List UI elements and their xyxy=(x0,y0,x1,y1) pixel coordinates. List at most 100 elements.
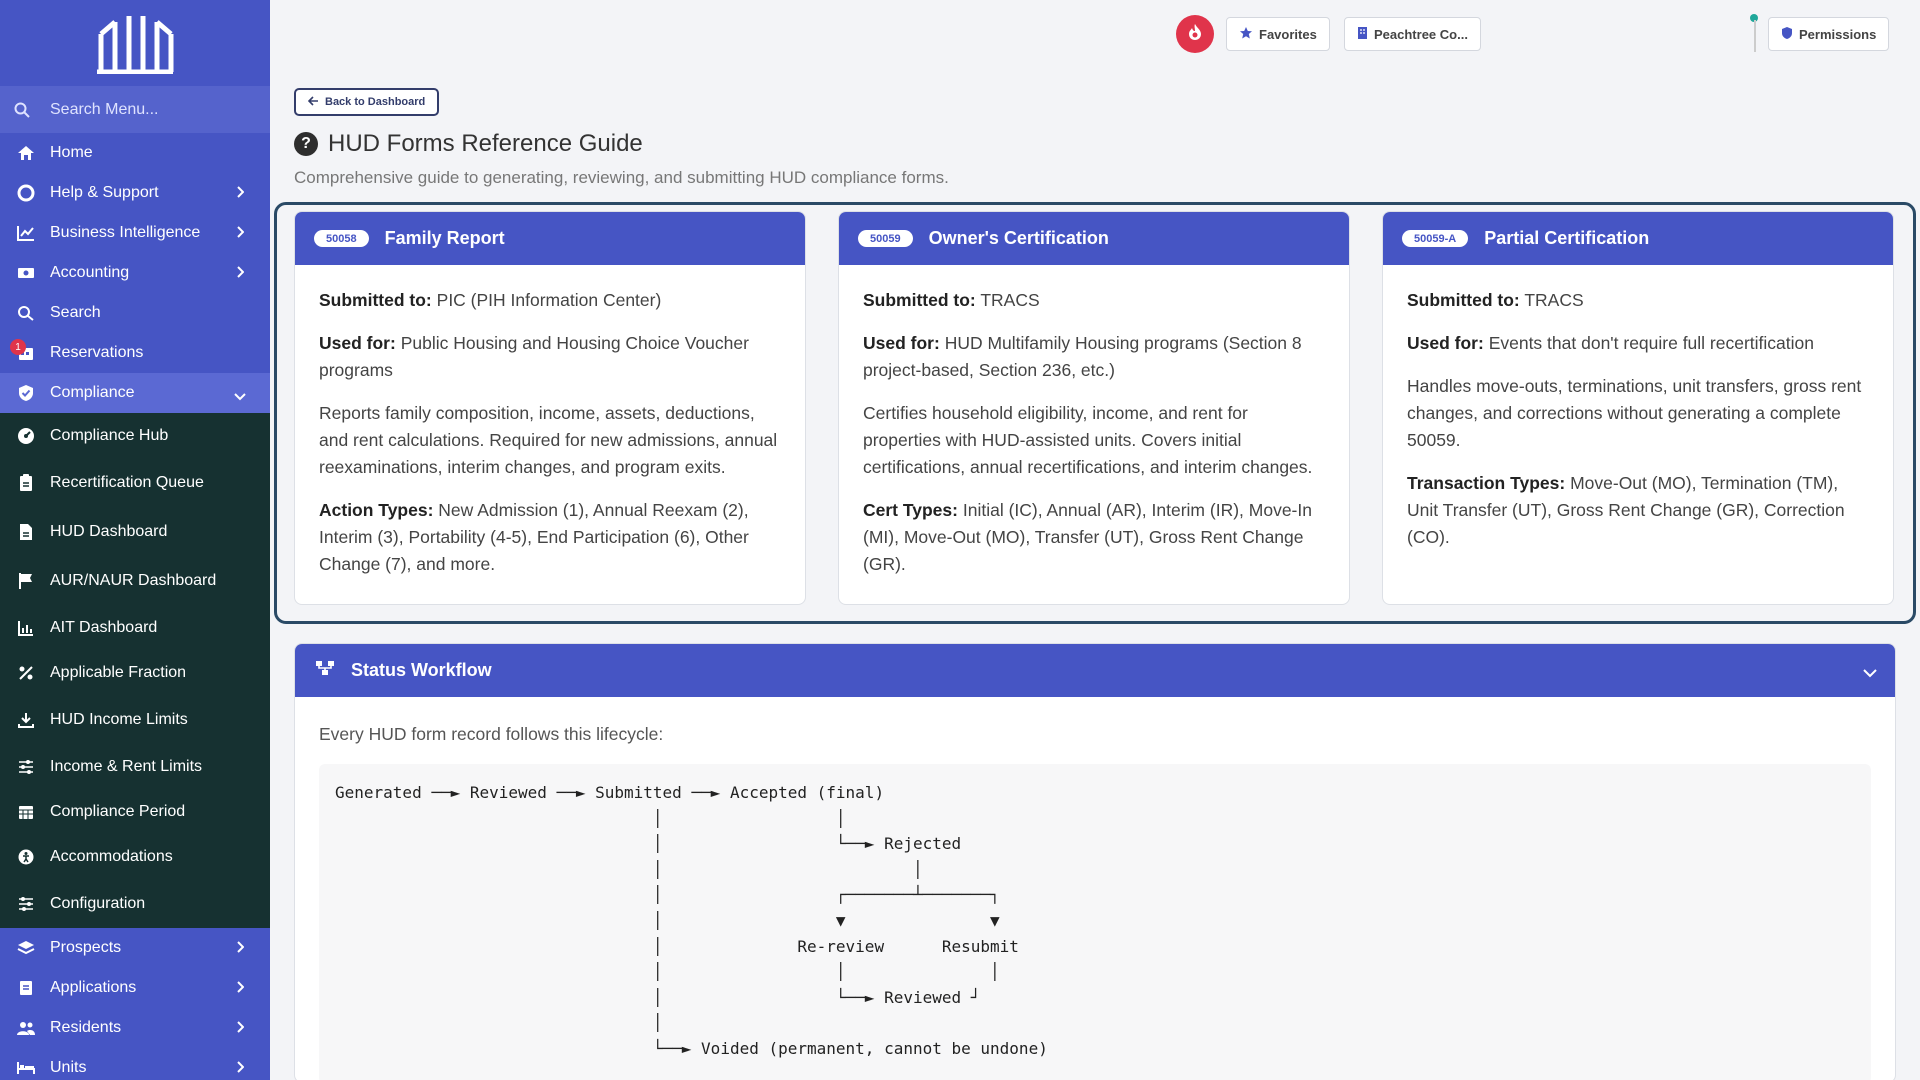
line-chart-icon xyxy=(16,223,36,243)
sidebar-item-accommodations[interactable]: Accommodations xyxy=(0,834,270,879)
file-icon xyxy=(16,522,36,542)
form-cards-container: 50058 Family Report Submitted to: PIC (P… xyxy=(274,202,1916,624)
app-logo[interactable] xyxy=(0,0,270,86)
arrow-left-icon xyxy=(307,95,319,109)
calendar-grid-icon xyxy=(16,802,36,822)
sidebar-item-label: AUR/NAUR Dashboard xyxy=(50,571,217,589)
workflow-title: Status Workflow xyxy=(351,660,492,680)
back-label: Back to Dashboard xyxy=(325,96,426,108)
card-header: 50058 Family Report xyxy=(295,212,805,265)
page-subtitle: Comprehensive guide to generating, revie… xyxy=(294,168,949,187)
sidebar-item-income-rent-limits[interactable]: Income & Rent Limits xyxy=(0,744,270,789)
sidebar-item-ait-dashboard[interactable]: AIT Dashboard xyxy=(0,605,270,650)
star-icon xyxy=(1239,26,1253,43)
sidebar-item-label: Applications xyxy=(50,979,137,996)
sidebar-item-help-support[interactable]: Help & Support xyxy=(0,173,270,213)
sidebar-item-reservations[interactable]: 1 Reservations xyxy=(0,333,270,373)
card-header: 50059-A Partial Certification xyxy=(1383,212,1893,265)
sliders-icon xyxy=(16,757,36,777)
workflow-diagram: Generated ──► Reviewed ──► Submitted ──►… xyxy=(319,764,1871,1080)
cert-types: Cert Types: Initial (IC), Annual (AR), I… xyxy=(863,500,1312,574)
sidebar-item-label: Accounting xyxy=(50,264,130,281)
sidebar-item-label: Compliance Hub xyxy=(50,426,169,444)
clipboard-icon xyxy=(16,473,36,493)
card-description: Reports family composition, income, asse… xyxy=(319,403,778,477)
sidebar-item-compliance[interactable]: Compliance xyxy=(0,373,270,413)
submitted-to: Submitted to: TRACS xyxy=(863,290,1040,310)
accessibility-icon xyxy=(16,847,36,867)
sidebar-item-home[interactable]: Home xyxy=(0,133,270,173)
sidebar-item-compliance-hub[interactable]: Compliance Hub xyxy=(0,413,270,458)
search-icon xyxy=(14,102,36,118)
sidebar-item-search[interactable]: Search xyxy=(0,293,270,333)
percent-icon xyxy=(16,663,36,683)
sidebar-item-aur-naur-dashboard[interactable]: AUR/NAUR Dashboard xyxy=(0,556,270,605)
fire-icon xyxy=(1187,23,1203,46)
used-for: Used for: Events that don't require full… xyxy=(1407,333,1815,353)
card-description: Handles move-outs, terminations, unit tr… xyxy=(1407,376,1862,450)
sidebar-item-applications[interactable]: Applications xyxy=(0,968,270,1008)
money-icon xyxy=(16,263,36,283)
form-card-50058: 50058 Family Report Submitted to: PIC (P… xyxy=(294,211,806,605)
card-header: 50059 Owner's Certification xyxy=(839,212,1349,265)
back-to-dashboard-button[interactable]: Back to Dashboard xyxy=(294,88,440,116)
sidebar-item-units[interactable]: Units xyxy=(0,1048,270,1080)
sidebar-item-compliance-period[interactable]: Compliance Period xyxy=(0,789,270,834)
sidebar-item-hud-income-limits[interactable]: HUD Income Limits xyxy=(0,695,270,744)
used-for: Used for: HUD Multifamily Housing progra… xyxy=(863,333,1302,380)
sidebar-item-accounting[interactable]: Accounting xyxy=(0,253,270,293)
home-icon xyxy=(16,143,36,163)
submitted-to: Submitted to: PIC (PIH Information Cente… xyxy=(319,290,662,310)
sidebar-item-label: Business Intelligence xyxy=(50,224,201,241)
sidebar-item-label: Configuration xyxy=(50,894,146,912)
property-selector-button[interactable]: Peachtree Co... xyxy=(1344,17,1481,51)
permissions-button[interactable]: Permissions xyxy=(1768,17,1890,51)
sidebar-search-input[interactable]: Search Menu... xyxy=(0,86,270,133)
layers-icon xyxy=(16,938,36,958)
sidebar-item-prospects[interactable]: Prospects xyxy=(0,928,270,968)
bed-icon xyxy=(16,1058,36,1078)
building-logo-icon xyxy=(97,16,174,74)
question-circle-icon: ? xyxy=(294,132,318,156)
chevron-right-icon xyxy=(236,980,245,998)
sidebar-item-applicable-fraction[interactable]: Applicable Fraction xyxy=(0,650,270,695)
chevron-right-icon xyxy=(236,940,245,958)
sidebar: Search Menu... Home Help & Support Busin… xyxy=(0,0,270,1080)
divider xyxy=(1754,20,1756,52)
submitted-to: Submitted to: TRACS xyxy=(1407,290,1584,310)
sidebar-item-label: Income & Rent Limits xyxy=(50,757,203,775)
sidebar-item-label: Reservations xyxy=(50,344,144,361)
sidebar-item-label: Search xyxy=(50,304,101,321)
chevron-down-icon xyxy=(234,388,246,406)
sidebar-item-label: Help & Support xyxy=(50,184,159,201)
sidebar-item-configuration[interactable]: Configuration xyxy=(0,879,270,928)
form-code-badge: 50059-A xyxy=(1402,230,1469,247)
status-workflow-header[interactable]: Status Workflow xyxy=(295,644,1895,697)
card-title: Partial Certification xyxy=(1484,228,1650,248)
workflow-intro: Every HUD form record follows this lifec… xyxy=(319,724,664,744)
favorites-button[interactable]: Favorites xyxy=(1226,17,1330,51)
sidebar-item-label: Recertification Queue xyxy=(50,473,204,491)
shield-check-icon xyxy=(16,383,36,403)
compliance-submenu: Compliance Hub Recertification Queue HUD… xyxy=(0,413,270,928)
sidebar-item-recertification-queue[interactable]: Recertification Queue xyxy=(0,458,270,507)
chevron-right-icon xyxy=(236,265,245,283)
form-card-50059-a: 50059-A Partial Certification Submitted … xyxy=(1382,211,1894,605)
notification-badge: 1 xyxy=(10,339,26,355)
sidebar-item-hud-dashboard[interactable]: HUD Dashboard xyxy=(0,507,270,556)
sidebar-item-label: Home xyxy=(50,144,93,161)
sidebar-item-residents[interactable]: Residents xyxy=(0,1008,270,1048)
used-for: Used for: Public Housing and Housing Cho… xyxy=(319,333,749,380)
download-icon xyxy=(16,710,36,730)
workflow-diagram-text: Generated ──► Reviewed ──► Submitted ──►… xyxy=(335,783,1048,1058)
transaction-types: Transaction Types: Move-Out (MO), Termin… xyxy=(1407,473,1845,547)
sidebar-item-label: Compliance Period xyxy=(50,802,186,820)
sidebar-item-business-intelligence[interactable]: Business Intelligence xyxy=(0,213,270,253)
sidebar-item-label: HUD Income Limits xyxy=(50,710,188,728)
chevron-down-icon[interactable] xyxy=(1863,662,1877,683)
fire-alert-button[interactable] xyxy=(1176,15,1214,53)
sidebar-item-label: Applicable Fraction xyxy=(50,663,187,681)
chevron-right-icon xyxy=(236,225,245,243)
chevron-right-icon xyxy=(236,1020,245,1038)
form-card-50059: 50059 Owner's Certification Submitted to… xyxy=(838,211,1350,605)
